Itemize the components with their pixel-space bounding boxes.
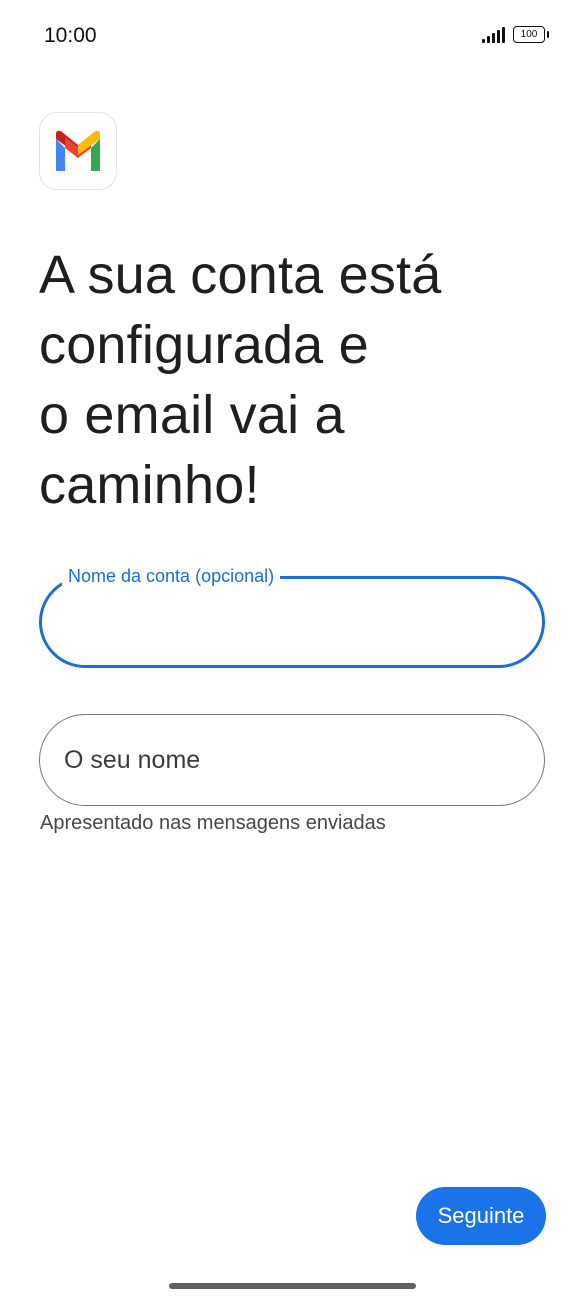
next-button[interactable]: Seguinte [416,1187,546,1245]
page-title: A sua conta está configurada e o email v… [39,240,559,520]
battery-icon: 100 [513,26,549,43]
title-line: o email vai a [39,385,345,445]
title-line: caminho! [39,455,260,515]
account-name-field[interactable]: Nome da conta (opcional) [39,565,545,668]
gmail-logo-icon [39,112,117,190]
status-bar: 10:00 100 [0,0,585,74]
home-indicator[interactable] [169,1283,416,1289]
your-name-input[interactable] [64,715,520,805]
status-time: 10:00 [44,24,97,47]
title-line: A sua conta está [39,245,442,305]
account-name-input[interactable] [66,579,518,665]
signal-icon [482,26,505,43]
your-name-field[interactable] [39,714,545,806]
status-icons: 100 [482,26,549,43]
your-name-helper-text: Apresentado nas mensagens enviadas [40,812,386,834]
title-line: configurada e [39,315,369,375]
